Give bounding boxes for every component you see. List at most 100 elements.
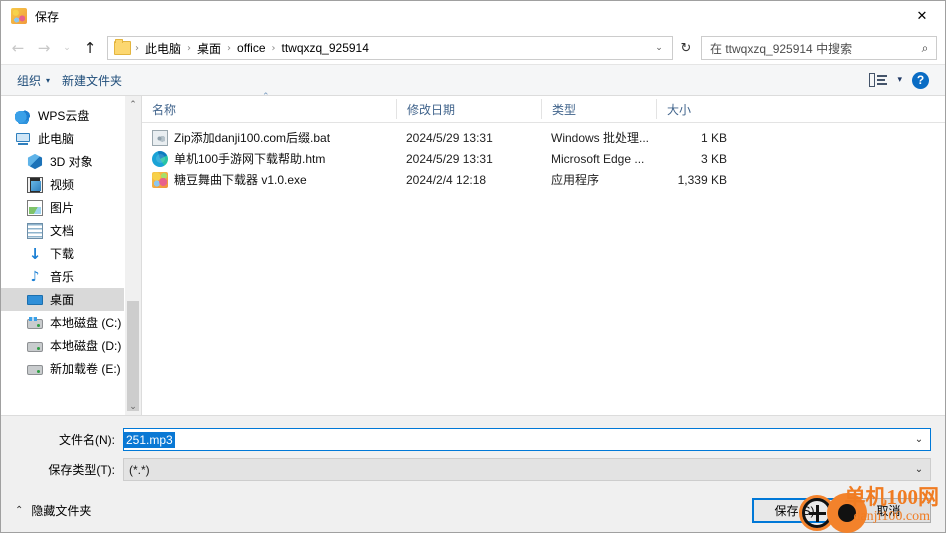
- file-name-cell[interactable]: 糖豆舞曲下载器 v1.0.exe: [142, 171, 396, 188]
- sidebar-item-this-pc[interactable]: 此电脑: [1, 127, 141, 150]
- filetype-select[interactable]: (*.*) ⌄: [123, 458, 931, 481]
- desktop-icon: [27, 292, 43, 308]
- breadcrumb-item-0[interactable]: 此电脑: [140, 40, 186, 57]
- file-name-cell[interactable]: 单机100手游网下载帮助.htm: [142, 150, 396, 167]
- chevron-down-icon: ▾: [46, 75, 51, 85]
- scrollbar-thumb[interactable]: [127, 301, 139, 411]
- up-button[interactable]: ↑: [77, 36, 103, 60]
- column-header-type[interactable]: 类型: [541, 99, 656, 119]
- save-dialog: 保存 ✕ ← → ⌄ ↑ › 此电脑 › 桌面 › office › ttwqx…: [0, 0, 946, 533]
- view-layout-icon[interactable]: [869, 73, 888, 87]
- scroll-up-icon[interactable]: ⌃: [125, 96, 141, 113]
- sidebar-scrollbar[interactable]: ⌃ ⌄: [124, 96, 141, 415]
- sidebar-item-label: 文档: [50, 224, 75, 238]
- chevron-down-icon[interactable]: ⌄: [908, 434, 930, 445]
- dialog-body: WPS云盘 此电脑 3D 对象 视频 图片 文档 ↓ 下载 ♪ 音乐 桌面 本地…: [1, 92, 945, 415]
- filetype-label: 保存类型(T):: [48, 463, 115, 477]
- sidebar-item-downloads[interactable]: ↓ 下载: [1, 242, 141, 265]
- column-header-label: 名称: [152, 102, 177, 117]
- sidebar-item-videos[interactable]: 视频: [1, 173, 141, 196]
- app-icon: [11, 8, 27, 24]
- save-form: 文件名(N): 251.mp3 ⌄ 保存类型(T): (*.*) ⌄: [1, 415, 945, 488]
- music-icon: ♪: [30, 268, 40, 285]
- table-row[interactable]: 糖豆舞曲下载器 v1.0.exe 2024/2/4 12:18 应用程序 1,3…: [142, 169, 945, 190]
- exe-file-icon: [152, 171, 168, 188]
- close-icon[interactable]: ✕: [899, 1, 945, 31]
- hide-folders-toggle[interactable]: ⌃ 隐藏文件夹: [11, 502, 91, 519]
- filename-value[interactable]: 251.mp3: [124, 431, 175, 448]
- column-header-date[interactable]: 修改日期: [396, 99, 541, 119]
- filename-row: 文件名(N): 251.mp3 ⌄: [1, 428, 945, 451]
- table-row[interactable]: Zip添加danji100.com后缀.bat 2024/5/29 13:31 …: [142, 127, 945, 148]
- forward-button[interactable]: →: [31, 36, 57, 60]
- hide-folders-label: 隐藏文件夹: [31, 503, 92, 518]
- bat-file-icon: [152, 129, 168, 146]
- file-size-cell: 1,339 KB: [677, 172, 727, 187]
- search-input[interactable]: 在 ttwqxzq_925914 中搜索: [710, 40, 918, 57]
- filename-input[interactable]: 251.mp3 ⌄: [123, 428, 931, 451]
- sidebar-item-drive-e[interactable]: 新加载卷 (E:): [1, 357, 141, 380]
- help-icon[interactable]: ?: [912, 71, 929, 89]
- refresh-icon[interactable]: ↻: [673, 36, 699, 60]
- column-header-name[interactable]: 名称 ⌃: [142, 92, 396, 119]
- file-name-label: 糖豆舞曲下载器 v1.0.exe: [174, 173, 307, 187]
- chevron-down-icon[interactable]: ⌄: [650, 43, 668, 53]
- sidebar-item-label: 音乐: [50, 270, 75, 284]
- sidebar-item-music[interactable]: ♪ 音乐: [1, 265, 141, 288]
- sidebar-item-label: 桌面: [50, 293, 75, 307]
- sort-ascending-icon: ⌃: [262, 92, 270, 102]
- pc-icon: [15, 131, 31, 147]
- save-button[interactable]: 保存(S): [752, 497, 837, 523]
- chevron-down-icon[interactable]: ⌄: [908, 464, 930, 475]
- command-bar-right: ▾ ?: [869, 71, 935, 89]
- file-date-cell: 2024/5/29 13:31: [406, 151, 493, 166]
- sidebar-item-pictures[interactable]: 图片: [1, 196, 141, 219]
- sidebar-item-3d-objects[interactable]: 3D 对象: [1, 150, 141, 173]
- search-box[interactable]: 在 ttwqxzq_925914 中搜索 ⌕: [701, 36, 937, 60]
- column-header-size[interactable]: 大小: [656, 99, 741, 119]
- sidebar-item-documents[interactable]: 文档: [1, 219, 141, 242]
- drive-icon: [27, 365, 43, 375]
- file-rows: Zip添加danji100.com后缀.bat 2024/5/29 13:31 …: [142, 123, 945, 415]
- filetype-row: 保存类型(T): (*.*) ⌄: [1, 458, 945, 481]
- organize-label: 组织: [17, 73, 42, 88]
- navigation-bar: ← → ⌄ ↑ › 此电脑 › 桌面 › office › ttwqxzq_92…: [1, 32, 945, 64]
- sidebar-item-desktop[interactable]: 桌面: [1, 288, 141, 311]
- window-title: 保存: [35, 9, 60, 24]
- file-type-cell: Microsoft Edge ...: [551, 151, 645, 166]
- documents-icon: [27, 222, 43, 239]
- organize-button[interactable]: 组织 ▾: [11, 72, 56, 89]
- sidebar-item-drive-c[interactable]: 本地磁盘 (C:): [1, 311, 141, 334]
- sidebar-item-label: 新加载卷 (E:): [50, 362, 121, 376]
- file-date-cell: 2024/2/4 12:18: [406, 172, 487, 187]
- file-name-cell[interactable]: Zip添加danji100.com后缀.bat: [142, 129, 396, 146]
- navigation-pane: WPS云盘 此电脑 3D 对象 视频 图片 文档 ↓ 下载 ♪ 音乐 桌面 本地…: [1, 96, 141, 415]
- 3d-objects-icon: [27, 153, 43, 170]
- breadcrumb-item-1[interactable]: 桌面: [192, 40, 226, 57]
- chevron-down-icon[interactable]: ▾: [897, 75, 902, 85]
- sidebar-item-drive-d[interactable]: 本地磁盘 (D:): [1, 334, 141, 357]
- new-folder-button[interactable]: 新建文件夹: [56, 72, 128, 89]
- file-size-cell: 1 KB: [700, 130, 727, 145]
- search-icon: ⌕: [921, 40, 929, 55]
- edge-html-file-icon: [152, 150, 168, 167]
- sidebar-item-label: 视频: [50, 178, 75, 192]
- file-type-cell: Windows 批处理...: [551, 131, 650, 145]
- filetype-value: (*.*): [129, 462, 150, 477]
- address-bar[interactable]: › 此电脑 › 桌面 › office › ttwqxzq_925914 ⌄: [107, 36, 673, 60]
- breadcrumb-item-2[interactable]: office: [232, 41, 270, 55]
- cancel-button[interactable]: 取消: [846, 497, 931, 523]
- downloads-icon: ↓: [28, 244, 42, 263]
- table-row[interactable]: 单机100手游网下载帮助.htm 2024/5/29 13:31 Microso…: [142, 148, 945, 169]
- file-list-pane: 名称 ⌃ 修改日期 类型 大小 Zip添加danji100.com后缀.bat …: [142, 92, 945, 415]
- chevron-up-icon: ⌃: [15, 504, 24, 516]
- sidebar-item-label: WPS云盘: [38, 109, 90, 123]
- sidebar-item-label: 本地磁盘 (D:): [50, 339, 122, 353]
- breadcrumb-item-3[interactable]: ttwqxzq_925914: [277, 41, 374, 55]
- file-name-label: 单机100手游网下载帮助.htm: [174, 152, 326, 166]
- sidebar-item-wps-cloud[interactable]: WPS云盘: [1, 104, 141, 127]
- cloud-icon: [15, 107, 31, 124]
- recent-locations-button[interactable]: ⌄: [57, 36, 77, 60]
- scroll-down-icon[interactable]: ⌄: [125, 398, 141, 415]
- back-button[interactable]: ←: [5, 36, 31, 60]
